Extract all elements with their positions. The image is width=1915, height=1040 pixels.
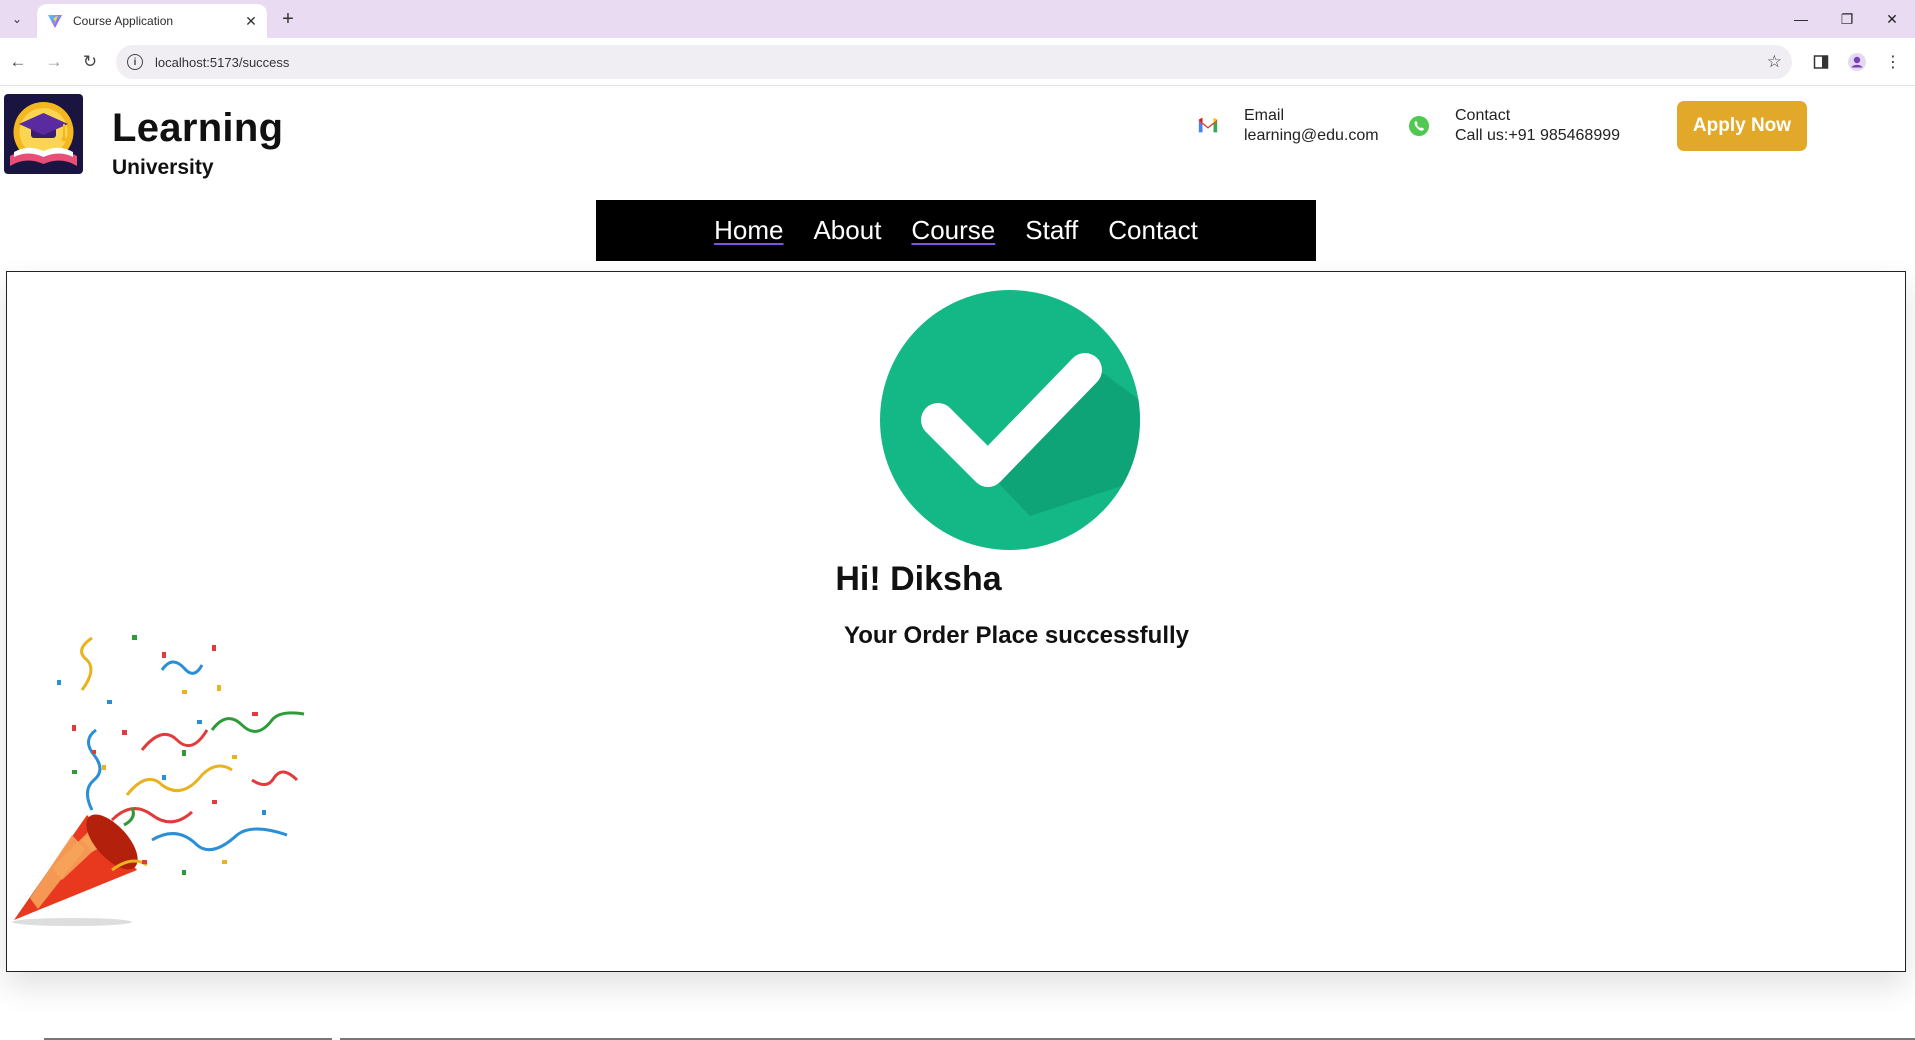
bookmark-star-icon[interactable]: ☆	[1767, 52, 1782, 72]
browser-tab[interactable]: Course Application ✕	[37, 4, 267, 38]
browser-tabstrip: ⌄ Course Application ✕ + — ❐ ✕	[0, 0, 1915, 38]
side-panel-icon[interactable]	[1809, 50, 1833, 74]
browser-menu-icon[interactable]: ⋮	[1881, 50, 1905, 74]
address-bar[interactable]: i localhost:5173/success ☆	[116, 45, 1792, 79]
tab-title: Course Application	[73, 14, 174, 28]
url-text: localhost:5173/success	[155, 54, 290, 70]
back-arrow-icon[interactable]: ←	[6, 50, 30, 74]
apply-now-button[interactable]: Apply Now	[1677, 101, 1807, 151]
tab-list-chevron-icon[interactable]: ⌄	[6, 7, 28, 31]
vite-favicon-icon	[48, 15, 62, 28]
greeting-heading: Hi! Diksha	[835, 560, 1002, 598]
check-circle-icon	[880, 290, 1140, 550]
window-close-icon[interactable]: ✕	[1877, 6, 1907, 32]
nav-home[interactable]: Home	[714, 215, 783, 246]
nav-about[interactable]: About	[813, 215, 881, 246]
nav-course[interactable]: Course	[911, 215, 995, 246]
reload-icon[interactable]: ↻	[78, 50, 102, 74]
brand-subtitle: University	[112, 156, 214, 179]
university-logo[interactable]	[4, 94, 83, 174]
site-info-icon[interactable]: i	[127, 54, 143, 70]
brand-title: Learning	[112, 106, 284, 150]
new-tab-icon[interactable]: +	[276, 7, 300, 31]
nav-staff[interactable]: Staff	[1025, 215, 1078, 246]
contact-label: Contact	[1455, 107, 1511, 124]
gmail-icon	[1198, 117, 1218, 133]
browser-toolbar: ← → ↻ i localhost:5173/success ☆ ⋮	[0, 38, 1915, 86]
email-label: Email	[1244, 107, 1285, 124]
minimize-icon[interactable]: —	[1786, 6, 1816, 32]
party-popper-icon	[12, 635, 305, 926]
main-navbar: Home About Course Staff Contact	[596, 200, 1316, 261]
nav-contact[interactable]: Contact	[1108, 215, 1198, 246]
whatsapp-icon	[1409, 116, 1429, 136]
contact-value[interactable]: Call us:+91 985468999	[1455, 127, 1620, 145]
profile-avatar-icon[interactable]	[1845, 50, 1869, 74]
restore-icon[interactable]: ❐	[1832, 6, 1862, 32]
tab-close-icon[interactable]: ✕	[241, 11, 261, 31]
forward-arrow-icon[interactable]: →	[42, 50, 66, 74]
email-value[interactable]: learning@edu.com	[1244, 127, 1379, 145]
